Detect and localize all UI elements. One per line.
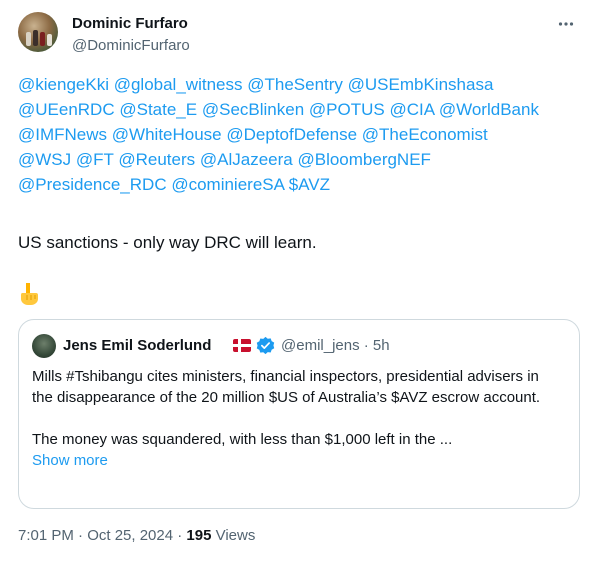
tweet-text: US sanctions - only way DRC will learn. [18,233,317,252]
denmark-flag-icon [233,339,251,352]
mention-link[interactable]: @AlJazeera [200,150,293,169]
mention-link[interactable]: @Presidence_RDC [18,175,167,194]
quoted-author-handle: @emil_jens · 5h [281,337,390,354]
mention-link[interactable]: @WSJ [18,150,71,169]
quoted-paragraph: The money was squandered, with less than… [32,431,453,448]
mention-link[interactable]: @CIA [389,100,434,119]
mention-link[interactable]: @BloombergNEF [297,150,430,169]
mention-link[interactable]: @WorldBank [439,100,539,119]
mention-link[interactable]: @kiengeKki [18,75,109,94]
mention-link[interactable]: @IMFNews [18,125,107,144]
tweet-header: Dominic Furfaro @DominicFurfaro [18,12,580,60]
tweet: Dominic Furfaro @DominicFurfaro @kiengeK… [0,0,598,564]
tweet-metadata: 7:01 PM · Oct 25, 2024 · 195 Views [18,527,255,544]
mention-link[interactable]: @WhiteHouse [112,125,222,144]
mentions-line-2: @UEenRDC @State_E @SecBlinken @POTUS @CI… [18,97,580,122]
mention-link[interactable]: @cominiereSA [171,175,284,194]
mention-link[interactable]: @State_E [119,100,197,119]
cashtag-link[interactable]: $AVZ [289,175,330,194]
more-icon [558,22,574,26]
mention-link[interactable]: @TheEconomist [362,125,488,144]
views-label: Views [211,527,256,544]
tweet-mentions: @kiengeKki @global_witness @TheSentry @U… [18,72,580,197]
quoted-paragraph: Mills #Tshibangu cites ministers, financ… [32,368,541,406]
mention-link[interactable]: @USEmbKinshasa [348,75,494,94]
mentions-line-1: @kiengeKki @global_witness @TheSentry @U… [18,72,580,97]
mention-link[interactable]: @DeptofDefense [226,125,357,144]
mention-link[interactable]: @FT [76,150,114,169]
quoted-author-avatar [32,334,56,358]
mention-link[interactable]: @Reuters [118,150,195,169]
author-name[interactable]: Dominic Furfaro [72,15,188,32]
mention-link[interactable]: @SecBlinken [202,100,304,119]
more-button[interactable] [554,12,578,36]
quoted-author-name: Jens Emil Soderlund [63,337,212,354]
timestamp[interactable]: 7:01 PM · Oct 25, 2024 · [18,527,186,544]
mention-link[interactable]: @UEenRDC [18,100,115,119]
mentions-line-3: @IMFNews @WhiteHouse @DeptofDefense @The… [18,122,580,147]
author-handle[interactable]: @DominicFurfaro [72,37,190,54]
quoted-tweet-text: Mills #Tshibangu cites ministers, financ… [32,366,552,471]
show-more-link[interactable]: Show more [32,450,552,471]
mentions-line-5: @Presidence_RDC @cominiereSA $AVZ [18,172,580,197]
quoted-tweet[interactable]: Jens Emil Soderlund @emil_jens · 5h Mill… [18,319,580,509]
mention-link[interactable]: @global_witness [114,75,243,94]
mentions-line-4: @WSJ @FT @Reuters @AlJazeera @BloombergN… [18,147,580,172]
verified-badge-icon [256,336,275,355]
mention-link[interactable]: @POTUS [309,100,385,119]
author-avatar[interactable] [18,12,58,52]
mention-link[interactable]: @TheSentry [247,75,343,94]
views-count: 195 [186,527,212,544]
pointing-down-emoji [21,283,38,305]
